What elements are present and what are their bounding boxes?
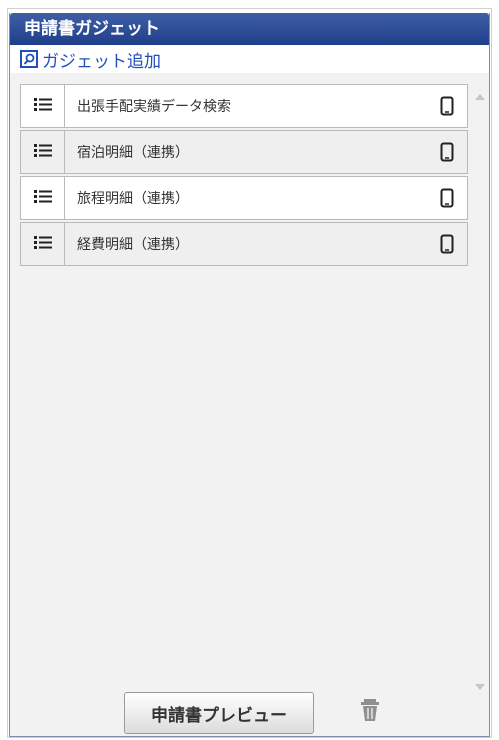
vertical-scrollbar[interactable] [472, 84, 488, 696]
add-gadget-label: ガジェット追加 [42, 51, 161, 72]
drag-handle[interactable] [21, 223, 65, 265]
search-icon [20, 50, 38, 68]
panel-title: 申請書ガジェット [10, 13, 489, 45]
gadget-item-3[interactable]: 旅程明細（連携） [20, 176, 468, 220]
gadget-item-1[interactable]: 出張手配実績データ検索 [20, 84, 468, 128]
gadget-label: 宿泊明細（連携） [77, 145, 189, 161]
preview-button[interactable]: 申請書プレビュー [124, 692, 314, 734]
gadget-item-4[interactable]: 経費明細（連携） [20, 222, 468, 266]
scroll-up-icon[interactable] [475, 94, 485, 100]
add-gadget-link[interactable]: ガジェット追加 [10, 45, 489, 73]
drag-handle[interactable] [21, 131, 65, 173]
gadget-list: 出張手配実績データ検索 宿泊明細（連携） 旅程明細（連携） 経費明細（連携） [20, 84, 468, 696]
drag-handle[interactable] [21, 177, 65, 219]
smartphone-icon[interactable] [427, 131, 467, 173]
list-icon [33, 96, 53, 116]
list-icon [33, 188, 53, 208]
gadget-panel: 申請書ガジェット ガジェット追加 出張手配実績データ検索 宿泊明細（連携） 旅程… [9, 13, 490, 737]
trash-icon[interactable] [358, 696, 382, 722]
list-icon [33, 142, 53, 162]
gadget-item-2[interactable]: 宿泊明細（連携） [20, 130, 468, 174]
gadget-label: 出張手配実績データ検索 [77, 99, 231, 115]
gadget-label: 旅程明細（連携） [77, 191, 189, 207]
gadget-label: 経費明細（連携） [77, 237, 189, 253]
panel-footer: 申請書プレビュー [10, 688, 489, 736]
list-icon [33, 234, 53, 254]
smartphone-icon[interactable] [427, 223, 467, 265]
smartphone-icon[interactable] [427, 85, 467, 127]
smartphone-icon[interactable] [427, 177, 467, 219]
drag-handle[interactable] [21, 85, 65, 127]
